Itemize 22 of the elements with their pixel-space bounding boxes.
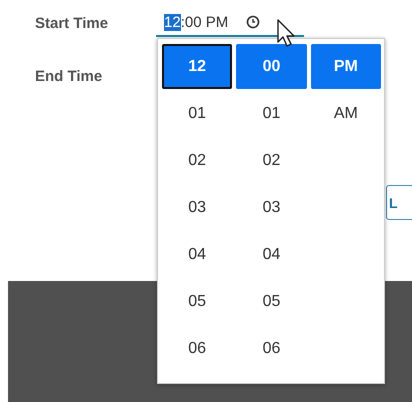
field-label: End Time — [35, 68, 104, 85]
time-option[interactable]: 06 — [162, 326, 232, 371]
time-option[interactable]: AM — [310, 91, 381, 136]
clock-icon[interactable] — [246, 15, 260, 29]
field-label: Start Time — [35, 14, 110, 32]
time-option[interactable]: 02 — [162, 138, 232, 183]
time-option[interactable]: 04 — [236, 232, 307, 277]
time-option[interactable]: 05 — [162, 279, 232, 324]
time-option[interactable]: 04 — [162, 232, 232, 277]
time-option[interactable]: 00 — [236, 44, 307, 89]
time-option[interactable]: 12 — [162, 44, 232, 89]
time-value: :00 PM — [180, 14, 228, 30]
time-option[interactable]: 05 — [236, 279, 307, 324]
time-option[interactable]: 01 — [236, 91, 307, 136]
time-option[interactable]: 01 — [162, 91, 232, 136]
time-option[interactable]: 03 — [162, 185, 232, 230]
selected-hour: 12 — [164, 14, 181, 30]
time-option[interactable]: 02 — [236, 138, 307, 183]
time-option[interactable]: PM — [310, 44, 381, 89]
time-option[interactable]: 06 — [236, 326, 307, 371]
cancel-button[interactable]: L — [386, 185, 412, 220]
time-option[interactable]: 03 — [236, 185, 307, 230]
